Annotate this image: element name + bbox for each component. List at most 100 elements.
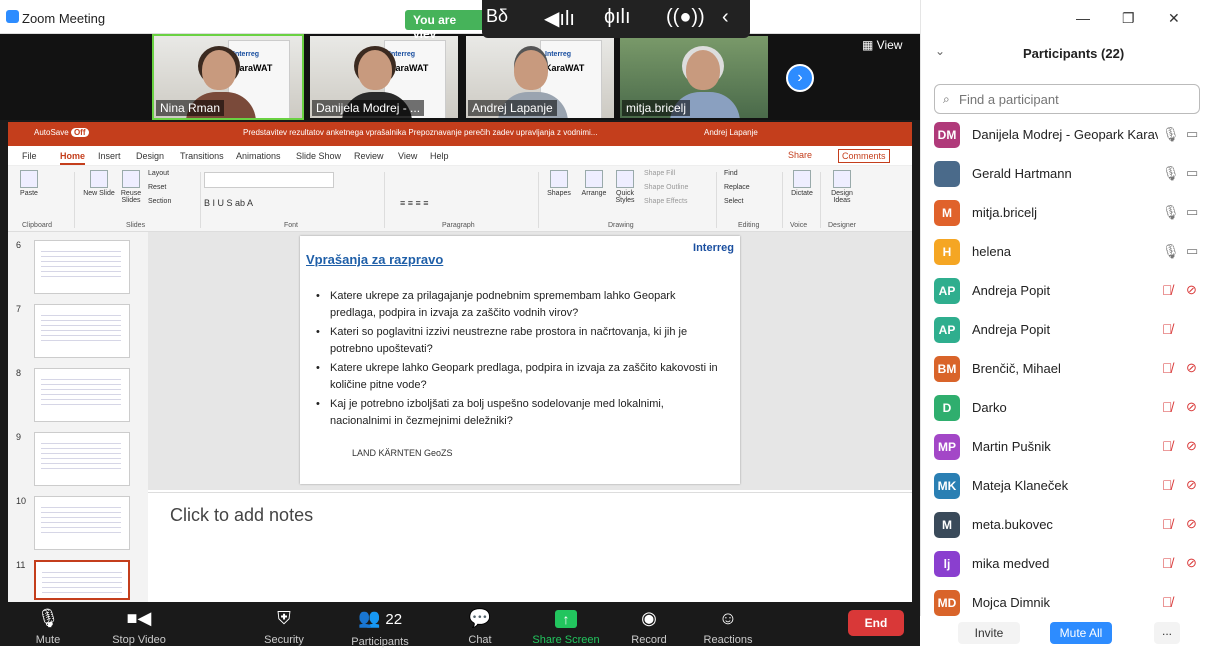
- chat-button[interactable]: 💬 Chat: [460, 608, 500, 646]
- audio-toolbar: Bδ ◀ılı ɸılı ((●)) ‹: [482, 0, 750, 38]
- shape-fill-button[interactable]: Shape Fill: [644, 170, 675, 177]
- broadcast-icon[interactable]: ((●)): [666, 6, 705, 29]
- new-slide-button[interactable]: New Slide: [82, 170, 116, 197]
- video-thumb[interactable]: Interreg KaraWAT Nina Rman: [152, 34, 304, 120]
- design-ideas-button[interactable]: Design Ideas: [826, 170, 858, 204]
- mute-all-button[interactable]: Mute All: [1050, 622, 1112, 644]
- participant-name: Brenčič, Mihael: [972, 361, 1061, 376]
- chevron-down-icon[interactable]: ⌄: [935, 44, 945, 58]
- video-thumb[interactable]: Interreg KaraWAT Danijela Modrej - ...: [308, 34, 460, 120]
- end-meeting-button[interactable]: End: [848, 610, 904, 636]
- user-name[interactable]: Andrej Lapanje: [704, 128, 758, 137]
- slide-thumbnail[interactable]: [34, 240, 130, 294]
- slide-thumbnail[interactable]: [34, 432, 130, 486]
- chevron-left-icon[interactable]: ‹: [722, 6, 729, 29]
- participant-name: helena: [972, 244, 1012, 259]
- paragraph-row[interactable]: ≡ ≡ ≡ ≡: [400, 198, 429, 208]
- autosave-toggle[interactable]: AutoSave Off: [34, 128, 89, 137]
- stop-video-button[interactable]: ■◀ Stop Video: [104, 608, 174, 646]
- tab-slide-show[interactable]: Slide Show: [296, 151, 341, 161]
- font-family-select[interactable]: [204, 172, 334, 188]
- reuse-slides-button[interactable]: Reuse Slides: [116, 170, 146, 204]
- record-button[interactable]: ◉ Record: [624, 608, 674, 646]
- slide-title: Vprašanja za razpravo: [306, 252, 444, 267]
- participant-row[interactable]: Mmitja.bricelj 🎙 ▭: [934, 194, 1200, 232]
- group-label: Clipboard: [22, 222, 52, 229]
- participant-row[interactable]: lj mika medved 🎙̸ ⊘: [934, 545, 1200, 583]
- reset-button[interactable]: Reset: [148, 184, 166, 191]
- slide-thumbnail-selected[interactable]: [34, 560, 130, 600]
- speaker-icon[interactable]: ◀ılı: [544, 6, 575, 31]
- slide-thumbnail[interactable]: [34, 496, 130, 550]
- tab-review[interactable]: Review: [354, 151, 384, 161]
- tab-transitions[interactable]: Transitions: [180, 151, 224, 161]
- accessibility-icon[interactable]: Bδ: [486, 6, 508, 27]
- security-button[interactable]: ⛨ Security: [254, 608, 314, 646]
- video-thumb[interactable]: Interreg KaraWAT Andrej Lapanje: [464, 34, 616, 120]
- mute-button[interactable]: 🎙 Mute: [28, 608, 68, 646]
- participant-row[interactable]: Hhelena 🎙 ▭: [934, 233, 1200, 271]
- participant-row[interactable]: BM Brenčič, Mihael 🎙̸ ⊘: [934, 350, 1200, 388]
- tab-insert[interactable]: Insert: [98, 151, 121, 161]
- participant-name: Andrej Lapanje: [468, 100, 557, 116]
- participant-row[interactable]: MP Martin Pušnik 🎙̸ ⊘: [934, 428, 1200, 466]
- font-format-row[interactable]: B I U S ab A: [204, 198, 253, 208]
- layout-button[interactable]: Layout: [148, 170, 169, 177]
- close-icon[interactable]: ✕: [1168, 10, 1180, 27]
- tab-file[interactable]: File: [22, 151, 37, 161]
- select-button[interactable]: Select: [724, 198, 743, 205]
- participant-name: Darko: [972, 400, 1007, 415]
- reactions-button[interactable]: ☺ Reactions: [696, 608, 760, 646]
- shape-effects-button[interactable]: Shape Effects: [644, 198, 687, 205]
- share-screen-button[interactable]: ↑ Share Screen: [524, 608, 608, 646]
- share-button[interactable]: Share: [788, 150, 812, 160]
- quick-styles-button[interactable]: Quick Styles: [610, 170, 640, 204]
- participant-row[interactable]: AP Andreja Popit 🎙̸: [934, 311, 1200, 349]
- participants-button[interactable]: 👥 22 Participants: [340, 608, 420, 648]
- participant-row[interactable]: DM Danijela Modrej - Geopark Karav... 🎙 ▭: [934, 116, 1200, 154]
- section-button[interactable]: Section: [148, 198, 171, 205]
- tab-animations[interactable]: Animations: [236, 151, 281, 161]
- participant-search[interactable]: ⌕: [934, 84, 1200, 114]
- tab-design[interactable]: Design: [136, 151, 164, 161]
- shapes-button[interactable]: Shapes: [542, 170, 576, 197]
- next-page-button[interactable]: ›: [786, 64, 814, 92]
- microphone-icon: 🎙: [1162, 204, 1180, 220]
- shape-outline-button[interactable]: Shape Outline: [644, 184, 688, 191]
- arrange-button[interactable]: Arrange: [578, 170, 610, 197]
- dictate-button[interactable]: Dictate: [788, 170, 816, 197]
- participant-name: mitja.bricelj: [622, 100, 691, 116]
- more-button[interactable]: ...: [1154, 622, 1180, 644]
- ppt-menu-bar: File Home Insert Design Transitions Anim…: [8, 146, 912, 166]
- view-button[interactable]: ▦ View: [862, 38, 902, 52]
- minimize-icon[interactable]: —: [1076, 10, 1090, 26]
- slide-thumbnail[interactable]: [34, 304, 130, 358]
- tab-view[interactable]: View: [398, 151, 417, 161]
- comments-button[interactable]: Comments: [838, 149, 890, 163]
- tab-home[interactable]: Home: [60, 151, 86, 165]
- search-input[interactable]: [959, 90, 1189, 108]
- ribbon: Paste New Slide Reuse Slides Layout Rese…: [8, 166, 912, 232]
- find-button[interactable]: Find: [724, 170, 738, 177]
- participant-row[interactable]: Gerald Hartmann 🎙 ▭: [934, 155, 1200, 193]
- participant-row[interactable]: Mmeta.bukovec 🎙̸ ⊘: [934, 506, 1200, 544]
- participant-row[interactable]: AP Andreja Popit 🎙̸ ⊘: [934, 272, 1200, 310]
- zoom-logo-icon: [6, 10, 19, 23]
- group-label: Voice: [790, 222, 808, 229]
- video-thumb[interactable]: mitja.bricelj: [618, 34, 770, 120]
- tab-help[interactable]: Help: [430, 151, 449, 161]
- paste-button[interactable]: Paste: [14, 170, 44, 197]
- current-slide[interactable]: Vprašanja za razpravo Interreg • Katere u…: [300, 236, 740, 484]
- participant-name: meta.bukovec: [972, 517, 1053, 532]
- microphone-icon[interactable]: ɸılı: [604, 6, 631, 29]
- participant-row[interactable]: D Darko 🎙̸ ⊘: [934, 389, 1200, 427]
- ppt-title-bar: AutoSave Off Predstavitev rezultatov ank…: [8, 122, 912, 146]
- notes-pane[interactable]: Click to add notes: [148, 492, 912, 602]
- video-off-icon: ⊘: [1186, 477, 1197, 492]
- microphone-muted-icon: 🎙̸: [1162, 516, 1173, 532]
- slide-thumbnail[interactable]: [34, 368, 130, 422]
- replace-button[interactable]: Replace: [724, 184, 750, 191]
- restore-icon[interactable]: ❐: [1122, 10, 1135, 27]
- invite-button[interactable]: Invite: [958, 622, 1020, 644]
- participant-row[interactable]: MK Mateja Klaneček 🎙̸ ⊘: [934, 467, 1200, 505]
